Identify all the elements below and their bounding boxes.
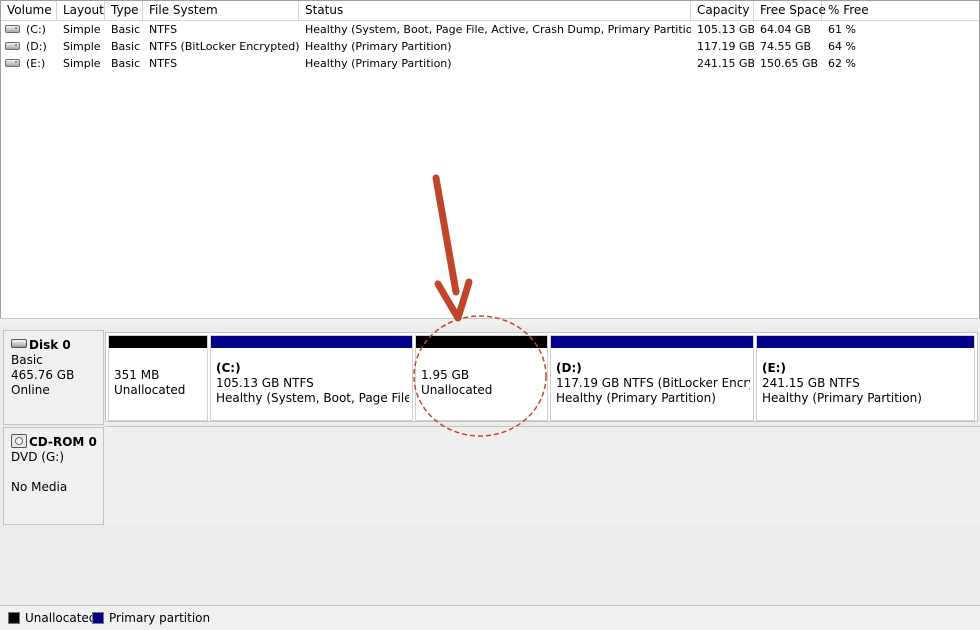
legend-label: Primary partition: [109, 611, 211, 625]
column-header-free-space[interactable]: Free Space: [754, 1, 826, 20]
type-cell: Basic: [111, 23, 141, 36]
volume-cell: (E:): [1, 55, 57, 72]
disk-state: No Media: [11, 480, 68, 494]
layout-cell: Simple: [63, 23, 101, 36]
column-header-file-system[interactable]: File System: [143, 1, 299, 20]
volume-cell: (C:): [1, 21, 57, 38]
file-system-cell: NTFS (BitLocker Encrypted): [149, 40, 299, 53]
volume-name: (E:): [26, 57, 46, 70]
primary-partition-bar: [551, 336, 753, 348]
partition-status: Unallocated: [114, 383, 186, 397]
file-system-cell: NTFS: [149, 23, 178, 36]
partition-label: (C:): [216, 361, 241, 375]
partition-label: (D:): [556, 361, 582, 375]
partition-status: Unallocated: [421, 383, 493, 397]
partition-size: 351 MB: [114, 368, 160, 382]
disk-name: CD-ROM 0: [29, 435, 97, 449]
legend-item-primary: Primary partition: [92, 611, 210, 625]
disk-state: Online: [11, 383, 50, 397]
percent-free-cell: 64 %: [828, 40, 856, 53]
unallocated-bar: [416, 336, 547, 348]
capacity-cell: 105.13 GB: [697, 23, 754, 36]
partition-status: Healthy (Primary Partition): [762, 391, 922, 405]
disk-name: Disk 0: [29, 338, 71, 352]
primary-partition-swatch: [92, 611, 104, 624]
pane-splitter[interactable]: [0, 318, 980, 325]
table-row[interactable]: (E:) Simple Basic NTFS Healthy (Primary …: [1, 55, 979, 72]
free-space-cell: 74.55 GB: [760, 40, 812, 53]
volume-list: Volume Layout Type File System Status Ca…: [0, 0, 980, 319]
column-header-type[interactable]: Type: [105, 1, 143, 20]
table-row[interactable]: (C:) Simple Basic NTFS Healthy (System, …: [1, 21, 979, 38]
hard-disk-icon: [11, 339, 27, 348]
cd-rom-0-label[interactable]: CD-ROM 0 DVD (G:) No Media: [3, 427, 104, 525]
primary-partition-bar: [757, 336, 974, 348]
type-cell: Basic: [111, 57, 141, 70]
capacity-cell: 117.19 GB: [697, 40, 754, 53]
volume-list-header: Volume Layout Type File System Status Ca…: [1, 1, 979, 21]
volume-cell: (D:): [1, 38, 57, 55]
partition-size: 105.13 GB NTFS: [216, 376, 314, 390]
unallocated-bar: [109, 336, 207, 348]
drive-icon: [5, 42, 20, 50]
partition-c[interactable]: (C:) 105.13 GB NTFS Healthy (System, Boo…: [210, 335, 413, 421]
drive-icon: [5, 25, 20, 33]
partition-unallocated-2[interactable]: 1.95 GB Unallocated: [415, 335, 548, 421]
partition-status: Healthy (Primary Partition): [556, 391, 716, 405]
disk-0-label[interactable]: Disk 0 Basic 465.76 GB Online: [3, 330, 104, 425]
legend: Unallocated Primary partition: [0, 605, 980, 630]
legend-label: Unallocated: [25, 611, 97, 625]
free-space-cell: 64.04 GB: [760, 23, 812, 36]
column-header-volume[interactable]: Volume: [1, 1, 57, 20]
partition-status: Healthy (System, Boot, Page File, Active…: [216, 391, 409, 405]
primary-partition-bar: [211, 336, 412, 348]
partition-size: 241.15 GB NTFS: [762, 376, 860, 390]
disk-type: DVD (G:): [11, 450, 64, 464]
column-header-layout[interactable]: Layout: [57, 1, 105, 20]
status-cell: Healthy (Primary Partition): [305, 57, 452, 70]
status-cell: Healthy (Primary Partition): [305, 40, 452, 53]
volume-name: (C:): [26, 23, 46, 36]
volume-name: (D:): [26, 40, 47, 53]
unallocated-swatch: [8, 611, 20, 624]
percent-free-cell: 61 %: [828, 23, 856, 36]
cd-rom-0-area: [105, 426, 980, 526]
partition-size: 1.95 GB: [421, 368, 470, 382]
capacity-cell: 241.15 GB: [697, 57, 754, 70]
layout-cell: Simple: [63, 57, 101, 70]
disk-size: 465.76 GB: [11, 368, 75, 382]
disk-graphical-view: Disk 0 Basic 465.76 GB Online 351 MB Una…: [0, 325, 980, 605]
partition-e[interactable]: (E:) 241.15 GB NTFS Healthy (Primary Par…: [756, 335, 975, 421]
free-space-cell: 150.65 GB: [760, 57, 819, 70]
type-cell: Basic: [111, 40, 141, 53]
file-system-cell: NTFS: [149, 57, 178, 70]
status-cell: Healthy (System, Boot, Page File, Active…: [305, 23, 691, 36]
disk-type: Basic: [11, 353, 43, 367]
column-header-percent-free[interactable]: % Free: [822, 1, 979, 20]
legend-item-unallocated: Unallocated: [8, 611, 96, 625]
cd-rom-icon: [11, 433, 27, 448]
partition-d[interactable]: (D:) 117.19 GB NTFS (BitLocker Encrypted…: [550, 335, 754, 421]
disk-0-partition-strip: 351 MB Unallocated (C:) 105.13 GB NTFS H…: [105, 332, 978, 422]
table-row[interactable]: (D:) Simple Basic NTFS (BitLocker Encryp…: [1, 38, 979, 55]
partition-size: 117.19 GB NTFS (BitLocker Encrypted): [556, 376, 750, 390]
partition-label: (E:): [762, 361, 786, 375]
column-header-status[interactable]: Status: [299, 1, 691, 20]
layout-cell: Simple: [63, 40, 101, 53]
column-header-capacity[interactable]: Capacity: [691, 1, 754, 20]
drive-icon: [5, 59, 20, 67]
partition-unallocated-1[interactable]: 351 MB Unallocated: [108, 335, 208, 421]
percent-free-cell: 62 %: [828, 57, 856, 70]
